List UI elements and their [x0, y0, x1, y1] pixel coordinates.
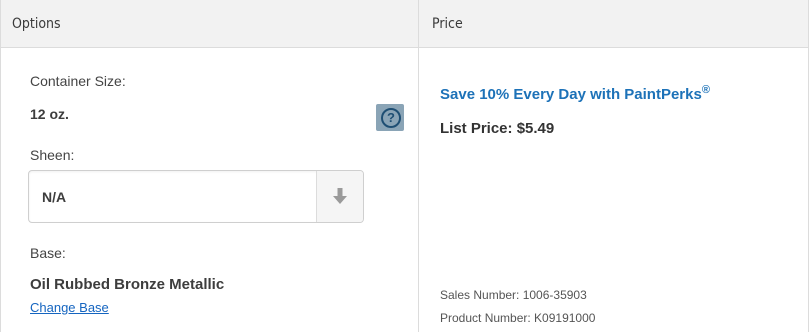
- base-label: Base:: [30, 245, 66, 261]
- options-column-header: Options: [12, 16, 61, 32]
- container-size-value: 12 oz.: [30, 106, 69, 122]
- list-price: List Price: $5.49: [440, 120, 555, 137]
- arrow-down-icon: [333, 188, 347, 204]
- sales-number: Sales Number: 1006-35903: [440, 288, 587, 302]
- column-divider: [418, 0, 419, 332]
- help-button[interactable]: ?: [376, 104, 404, 131]
- sheen-dropdown-button[interactable]: [316, 171, 363, 222]
- sheen-label: Sheen:: [30, 147, 75, 163]
- paintperks-promo[interactable]: Save 10% Every Day with PaintPerks®: [440, 84, 710, 103]
- price-column-header: Price: [432, 16, 463, 32]
- sheen-select[interactable]: N/A: [28, 170, 364, 223]
- product-number: Product Number: K09191000: [440, 311, 596, 325]
- base-value: Oil Rubbed Bronze Metallic: [30, 276, 225, 293]
- promo-text: Save 10% Every Day with PaintPerks: [440, 86, 702, 103]
- product-options-panel: Options Price Container Size: 12 oz. ? S…: [0, 0, 809, 332]
- container-size-label: Container Size:: [30, 73, 126, 89]
- question-circle-icon: ?: [381, 108, 401, 128]
- change-base-link[interactable]: Change Base: [30, 300, 109, 315]
- table-header: Options Price: [1, 0, 808, 48]
- sheen-selected-value: N/A: [42, 189, 67, 205]
- registered-mark: ®: [701, 84, 710, 96]
